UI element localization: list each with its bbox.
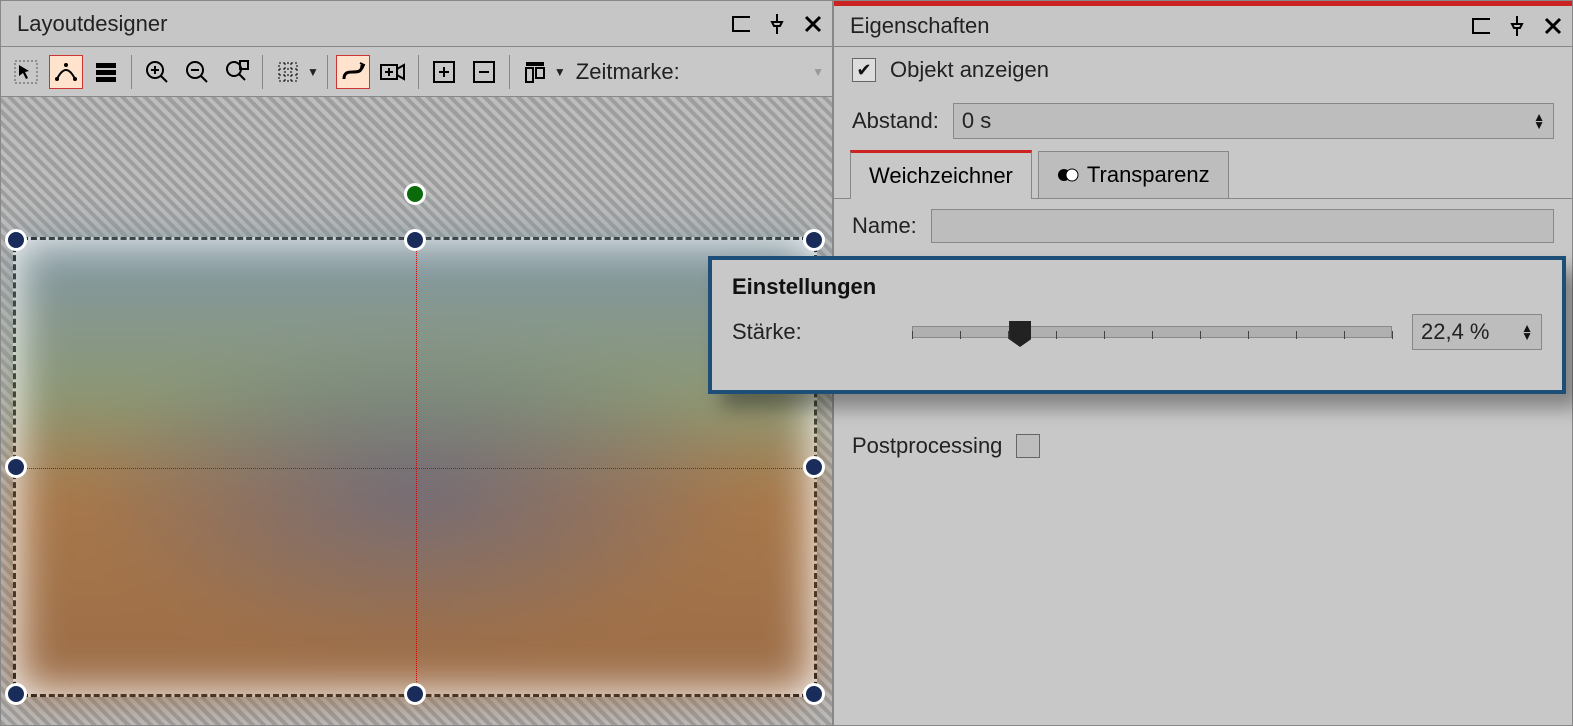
- resize-handle-bl[interactable]: [5, 683, 27, 705]
- properties-window-controls: [1472, 17, 1562, 35]
- postprocessing-checkbox[interactable]: [1016, 434, 1040, 458]
- properties-title: Eigenschaften: [850, 13, 989, 39]
- name-row: Name:: [834, 199, 1572, 253]
- distance-row: Abstand: 0 s ▲▼: [834, 93, 1572, 149]
- blurred-image-preview: [16, 240, 814, 694]
- close-icon[interactable]: [804, 15, 822, 33]
- properties-header: Eigenschaften: [834, 1, 1572, 47]
- distance-label: Abstand:: [852, 108, 939, 134]
- center-guide-vertical: [416, 240, 417, 694]
- tab-weichzeichner-label: Weichzeichner: [869, 163, 1013, 189]
- layoutdesigner-title: Layoutdesigner: [17, 11, 167, 37]
- postprocessing-row: Postprocessing: [834, 423, 1572, 469]
- toolbar-overflow-icon[interactable]: ▼: [812, 65, 824, 79]
- strength-value-field[interactable]: 22,4 % ▲▼: [1412, 314, 1542, 350]
- zoom-fit-button[interactable]: [220, 55, 254, 89]
- settings-popup[interactable]: Einstellungen Stärke: 22,4 % ▲▼: [708, 256, 1566, 394]
- effect-tabs: Weichzeichner Transparenz: [834, 149, 1572, 199]
- pointer-tool-button[interactable]: [9, 55, 43, 89]
- resize-handle-tr[interactable]: [803, 229, 825, 251]
- timemark-label: Zeitmarke:: [576, 59, 680, 85]
- strength-value: 22,4 %: [1421, 319, 1490, 345]
- tab-transparenz-label: Transparenz: [1087, 162, 1210, 188]
- remove-frame-button[interactable]: [467, 55, 501, 89]
- postprocessing-label: Postprocessing: [852, 433, 1002, 459]
- pin-icon[interactable]: [768, 15, 786, 33]
- align-button[interactable]: [518, 55, 552, 89]
- toolbar-separator: [131, 55, 132, 89]
- grid-button[interactable]: [271, 55, 305, 89]
- rotation-handle[interactable]: [404, 183, 426, 205]
- spinner-arrows-icon[interactable]: ▲▼: [1533, 113, 1545, 129]
- toolbar-separator: [509, 55, 510, 89]
- slider-ticks: [912, 331, 1392, 341]
- strength-row: Stärke: 22,4 % ▲▼: [732, 314, 1542, 350]
- tab-weichzeichner[interactable]: Weichzeichner: [850, 150, 1032, 199]
- show-object-row: ✔ Objekt anzeigen: [834, 47, 1572, 93]
- window-float-icon[interactable]: [732, 15, 750, 33]
- resize-handle-tc[interactable]: [404, 229, 426, 251]
- selected-object[interactable]: [13, 237, 817, 697]
- zoom-out-button[interactable]: [180, 55, 214, 89]
- distance-field[interactable]: 0 s ▲▼: [953, 103, 1554, 139]
- zoom-in-button[interactable]: [140, 55, 174, 89]
- toolbar-separator: [262, 55, 263, 89]
- layoutdesigner-toolbar: ▼ ▼ Zeitmarke: ▼: [1, 47, 832, 97]
- settings-popup-title: Einstellungen: [732, 274, 1542, 300]
- align-dropdown-icon[interactable]: ▼: [554, 65, 566, 79]
- name-input[interactable]: [931, 209, 1554, 243]
- camera-button[interactable]: [376, 55, 410, 89]
- layoutdesigner-window-controls: [732, 15, 822, 33]
- resize-handle-ml[interactable]: [5, 456, 27, 478]
- toolbar-separator: [327, 55, 328, 89]
- layoutdesigner-header: Layoutdesigner: [1, 1, 832, 47]
- distance-value: 0 s: [962, 108, 991, 134]
- close-icon[interactable]: [1544, 17, 1562, 35]
- path-tool-button[interactable]: [49, 55, 83, 89]
- resize-handle-mr[interactable]: [803, 456, 825, 478]
- toolbar-separator: [418, 55, 419, 89]
- show-object-label: Objekt anzeigen: [890, 57, 1049, 83]
- add-frame-button[interactable]: [427, 55, 461, 89]
- resize-handle-bc[interactable]: [404, 683, 426, 705]
- layers-tool-button[interactable]: [89, 55, 123, 89]
- transparency-icon: [1057, 166, 1079, 184]
- pin-icon[interactable]: [1508, 17, 1526, 35]
- window-float-icon[interactable]: [1472, 17, 1490, 35]
- motion-path-button[interactable]: [336, 55, 370, 89]
- strength-label: Stärke:: [732, 319, 892, 345]
- center-guide-horizontal: [16, 468, 814, 469]
- resize-handle-br[interactable]: [803, 683, 825, 705]
- spinner-arrows-icon[interactable]: ▲▼: [1521, 324, 1533, 340]
- show-object-checkbox[interactable]: ✔: [852, 58, 876, 82]
- resize-handle-tl[interactable]: [5, 229, 27, 251]
- grid-dropdown-icon[interactable]: ▼: [307, 65, 319, 79]
- name-label: Name:: [852, 213, 917, 239]
- canvas-area[interactable]: [1, 97, 832, 725]
- strength-slider[interactable]: [912, 315, 1392, 349]
- tab-transparenz[interactable]: Transparenz: [1038, 151, 1229, 198]
